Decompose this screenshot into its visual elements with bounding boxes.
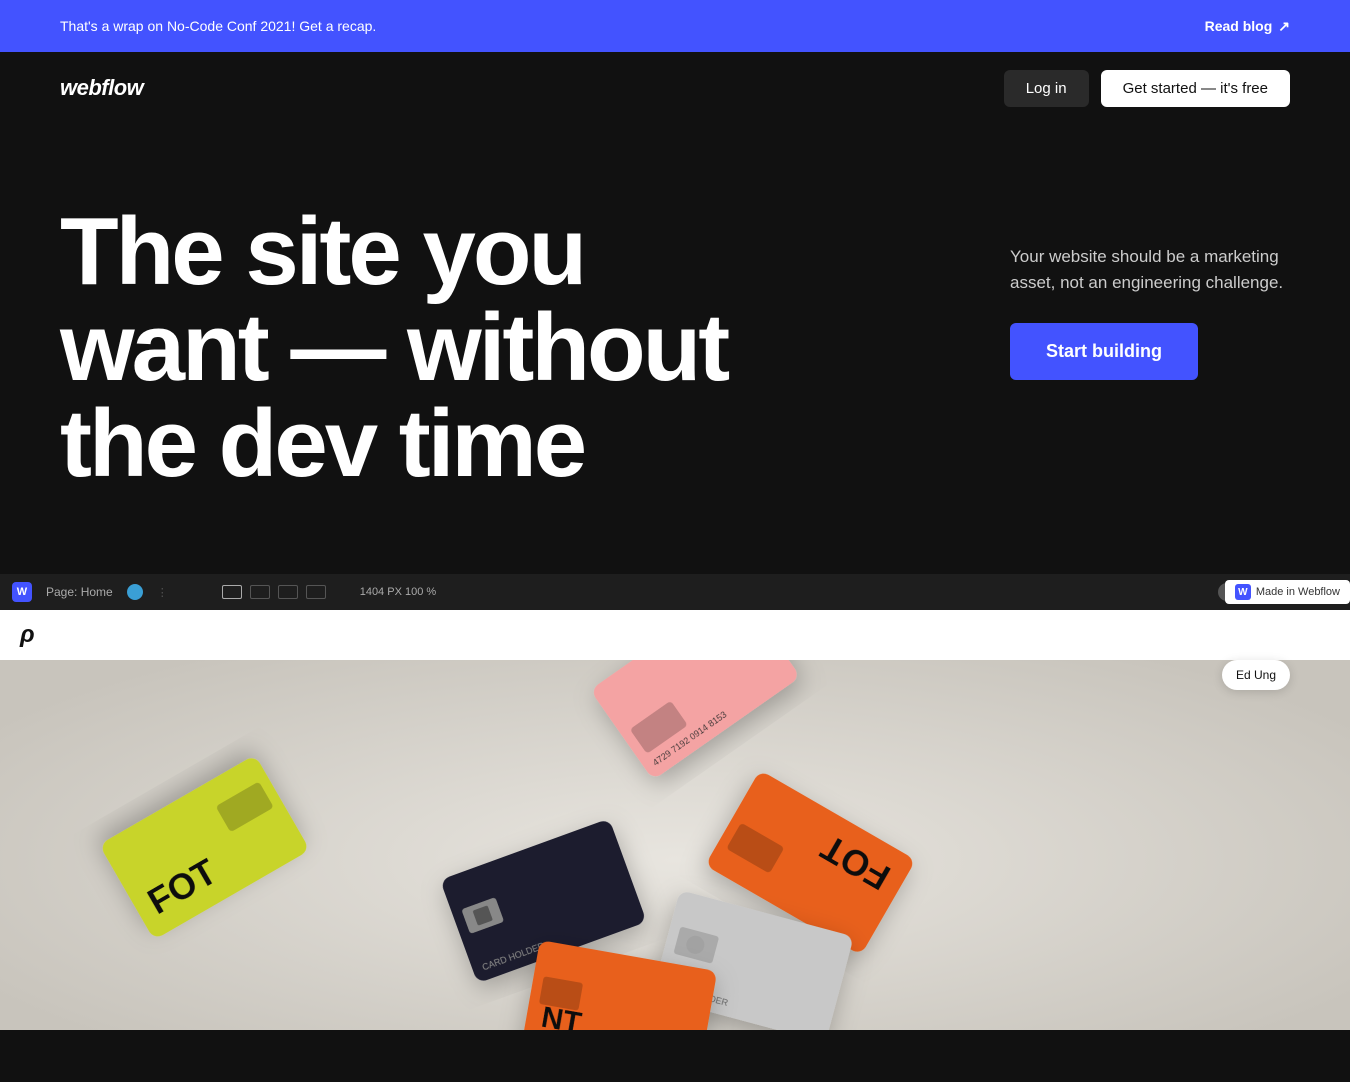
editor-px-label: 1404 PX 100 % [360,586,436,598]
editor-view-tools [222,585,326,599]
nav-actions: Log in Get started — it's free [1004,70,1290,107]
external-link-icon: ↗ [1278,18,1290,35]
hero-subtitle: Your website should be a marketing asset… [1010,244,1290,295]
hero-title-line3: the dev time [60,390,584,497]
comment-user: Ed Ung [1236,668,1276,682]
hero-headline: The site you want — without the dev time [60,204,727,492]
hero-cta-area: Your website should be a marketing asset… [1010,204,1290,380]
made-in-w-logo: W [1235,584,1251,600]
browser-brand-bar: ρ [0,610,1350,660]
mobile-portrait-icon[interactable] [306,585,326,599]
webflow-editor-logo: W [12,582,32,602]
editor-sync-icon [127,584,143,600]
editor-sep1: ⋮ [157,586,168,599]
brand-logo: ρ [20,621,35,649]
made-in-webflow-badge[interactable]: W Made in Webflow [1225,580,1350,604]
editor-page-label: Page: Home [46,585,113,599]
webflow-logo[interactable]: webflow [60,75,143,101]
desktop-view-icon[interactable] [222,585,242,599]
cards-svg: NT 4729 7192 0914 8153 FOT FOT [0,650,1350,1030]
credit-cards-visualization: NT 4729 7192 0914 8153 FOT FOT [0,650,1350,1030]
hero-section: The site you want — without the dev time… [0,124,1350,544]
start-building-button[interactable]: Start building [1010,323,1198,380]
editor-toolbar: W Page: Home ⋮ 1404 PX 100 % i Editing W… [0,574,1350,610]
navigation: webflow Log in Get started — it's free [0,52,1350,124]
announcement-bar: That's a wrap on No-Code Conf 2021! Get … [0,0,1350,52]
tablet-view-icon[interactable] [250,585,270,599]
login-button[interactable]: Log in [1004,70,1089,107]
announcement-link[interactable]: Read blog ↗ [1205,18,1290,35]
browser-preview: ρ Ed Ung NT 4729 [0,610,1350,1030]
hero-title-line2: want — without [60,294,727,401]
get-started-button[interactable]: Get started — it's free [1101,70,1290,107]
hero-title-line1: The site you [60,198,584,305]
comment-bubble: Ed Ung [1222,660,1290,690]
announcement-text: That's a wrap on No-Code Conf 2021! Get … [60,18,376,34]
hero-title: The site you want — without the dev time [60,204,727,492]
editor-right-tools: i Editing W Made in Webflow [1218,582,1338,602]
made-in-label: Made in Webflow [1256,586,1340,598]
read-blog-label: Read blog [1205,18,1273,34]
mobile-landscape-icon[interactable] [278,585,298,599]
